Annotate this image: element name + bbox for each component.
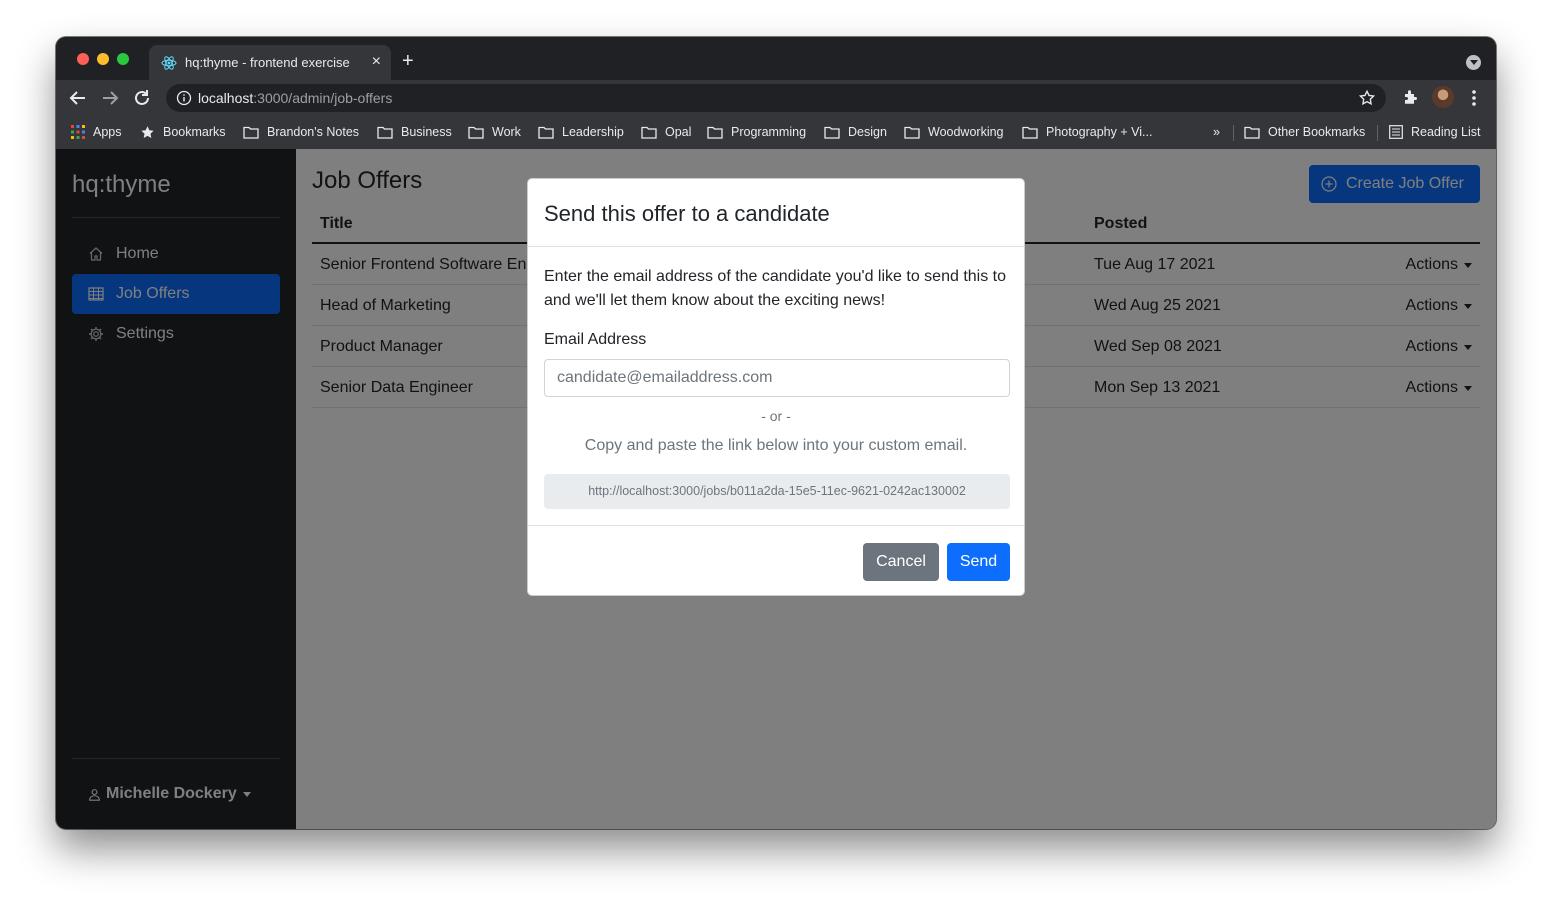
bookmark-apps[interactable]: Apps bbox=[71, 123, 122, 141]
bookmark-label: Reading List bbox=[1411, 125, 1481, 139]
folder-icon bbox=[377, 126, 393, 139]
bookmark-label: Business bbox=[401, 125, 452, 139]
offer-link-field[interactable]: http://localhost:3000/jobs/b011a2da-15e5… bbox=[544, 474, 1010, 509]
bookmark-folder[interactable]: Brandon's Notes bbox=[243, 123, 359, 141]
folder-icon bbox=[468, 126, 484, 139]
browser-menu-icon[interactable] bbox=[1468, 88, 1480, 108]
browser-toolbar: localhost:3000/admin/job-offers bbox=[56, 80, 1496, 116]
bookmarks-divider bbox=[1377, 125, 1378, 141]
bookmark-folder[interactable]: Business bbox=[377, 123, 452, 141]
bookmark-bookmarks[interactable]: Bookmarks bbox=[140, 123, 226, 141]
folder-icon bbox=[1244, 126, 1260, 139]
bookmark-label: Bookmarks bbox=[163, 125, 226, 139]
cancel-button[interactable]: Cancel bbox=[863, 543, 939, 581]
send-offer-modal: Send this offer to a candidate Enter the… bbox=[527, 178, 1025, 596]
reload-icon[interactable] bbox=[130, 86, 154, 110]
folder-icon bbox=[904, 126, 920, 139]
folder-icon bbox=[707, 126, 723, 139]
reading-list-icon bbox=[1389, 125, 1403, 139]
reading-list-button[interactable]: Reading List bbox=[1389, 123, 1481, 141]
chevron-double-right-icon: » bbox=[1213, 125, 1220, 139]
bookmark-folder[interactable]: Work bbox=[468, 123, 521, 141]
bookmark-label: Other Bookmarks bbox=[1268, 125, 1366, 139]
browser-tab[interactable]: hq:thyme - frontend exercise × bbox=[149, 45, 391, 80]
bookmark-label: Programming bbox=[731, 125, 807, 139]
bookmark-other-bookmarks[interactable]: Other Bookmarks bbox=[1244, 123, 1365, 141]
info-icon[interactable] bbox=[176, 90, 192, 106]
modal-footer-divider bbox=[528, 525, 1024, 526]
apps-grid-icon bbox=[71, 125, 85, 139]
send-button[interactable]: Send bbox=[947, 543, 1010, 581]
bookmarks-overflow-button[interactable]: » bbox=[1213, 123, 1220, 141]
folder-icon bbox=[1022, 126, 1038, 139]
forward-arrow-icon[interactable] bbox=[98, 86, 122, 110]
tab-close-icon[interactable]: × bbox=[372, 53, 381, 71]
url-host: localhost bbox=[198, 90, 254, 106]
bookmark-folder[interactable]: Leadership bbox=[538, 123, 624, 141]
back-arrow-icon[interactable] bbox=[66, 86, 90, 110]
modal-description: Enter the email address of the candidate… bbox=[544, 268, 1006, 309]
bookmark-label: Brandon's Notes bbox=[267, 125, 360, 139]
bookmark-label: Design bbox=[848, 125, 887, 139]
tab-strip: hq:thyme - frontend exercise × + bbox=[56, 37, 1496, 80]
folder-icon bbox=[641, 126, 657, 139]
bookmarks-bar: Apps Bookmarks Brandon's Notes Business … bbox=[56, 116, 1496, 149]
bookmark-folder[interactable]: Design bbox=[824, 123, 887, 141]
extensions-puzzle-icon[interactable] bbox=[1402, 88, 1420, 106]
close-window-button[interactable] bbox=[77, 53, 89, 65]
profile-avatar[interactable] bbox=[1432, 86, 1454, 108]
bookmark-label: Leadership bbox=[562, 125, 624, 139]
or-divider-text: - or - bbox=[761, 408, 791, 424]
maximize-window-button[interactable] bbox=[117, 53, 129, 65]
minimize-window-button[interactable] bbox=[97, 53, 109, 65]
bookmark-label: Opal bbox=[665, 125, 692, 139]
bookmark-label: Woodworking bbox=[928, 125, 1004, 139]
tab-search-icon[interactable] bbox=[1466, 55, 1481, 70]
modal-header-divider bbox=[528, 246, 1024, 247]
url-text: localhost:3000/admin/job-offers bbox=[198, 90, 392, 106]
folder-icon bbox=[824, 126, 840, 139]
bookmark-label: Work bbox=[492, 125, 521, 139]
email-field[interactable] bbox=[544, 359, 1010, 397]
bookmark-star-icon[interactable] bbox=[1358, 89, 1376, 107]
bookmark-folder[interactable]: Photography + Vi... bbox=[1022, 123, 1152, 141]
star-icon bbox=[141, 125, 154, 138]
folder-icon bbox=[538, 126, 554, 139]
react-favicon-icon bbox=[161, 56, 177, 70]
url-path: :3000/admin/job-offers bbox=[253, 90, 393, 106]
email-label: Email Address bbox=[544, 331, 647, 348]
app-viewport: hq:thyme Home Job Offers bbox=[56, 149, 1496, 829]
bookmarks-divider bbox=[1233, 125, 1234, 141]
bookmark-label: Photography + Vi... bbox=[1046, 125, 1153, 139]
address-bar[interactable]: localhost:3000/admin/job-offers bbox=[166, 84, 1386, 112]
tab-title: hq:thyme - frontend exercise bbox=[185, 55, 350, 70]
bookmark-folder[interactable]: Programming bbox=[707, 123, 806, 141]
copy-instructions: Copy and paste the link below into your … bbox=[584, 437, 968, 454]
browser-window: hq:thyme - frontend exercise × + localho… bbox=[56, 37, 1496, 829]
new-tab-button[interactable]: + bbox=[402, 51, 414, 71]
bookmark-folder[interactable]: Woodworking bbox=[904, 123, 1004, 141]
bookmark-folder[interactable]: Opal bbox=[641, 123, 691, 141]
bookmark-label: Apps bbox=[93, 125, 122, 139]
modal-title: Send this offer to a candidate bbox=[544, 201, 830, 226]
folder-icon bbox=[243, 126, 259, 139]
